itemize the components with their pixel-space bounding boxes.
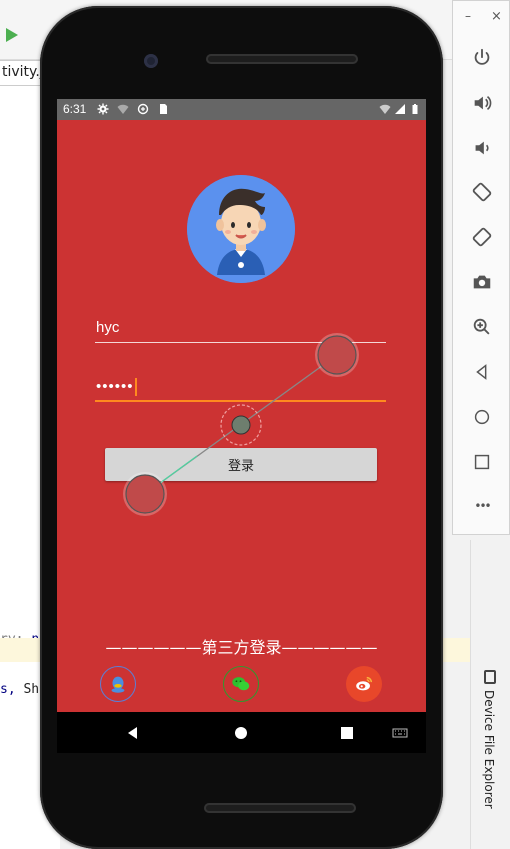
touch-center-ring — [220, 404, 262, 446]
qq-icon — [111, 676, 125, 693]
back-icon — [476, 364, 487, 380]
username-input[interactable]: hyc — [95, 317, 386, 343]
more-icon: ••• — [474, 499, 491, 513]
status-bar: 6:31 — [57, 99, 426, 120]
login-button[interactable]: 登录 — [105, 448, 377, 481]
nav-overview-button[interactable] — [338, 724, 356, 742]
back-icon — [128, 727, 137, 739]
rotate-left-button[interactable] — [467, 177, 497, 207]
bottom-speaker — [204, 803, 356, 813]
phone-screen: 6:31 hyc •••••• 登录 ——————第三方登录—————— — [57, 99, 426, 753]
sd-card-icon — [157, 103, 169, 115]
password-input[interactable]: •••••• — [95, 376, 386, 402]
wechat-login-button[interactable] — [223, 666, 259, 702]
rotate-right-icon — [472, 227, 492, 247]
top-speaker — [206, 54, 358, 64]
text-cursor — [134, 378, 137, 397]
avatar-illustration — [187, 175, 295, 283]
rotate-left-icon — [472, 182, 492, 202]
home-icon — [474, 409, 490, 425]
screenshot-button[interactable] — [467, 267, 497, 297]
volume-down-icon — [475, 141, 489, 155]
wifi-off-icon — [117, 103, 129, 115]
qq-login-button[interactable] — [100, 666, 136, 702]
emulator-controls-panel: – × ••• — [452, 0, 510, 535]
rotate-right-button[interactable] — [467, 222, 497, 252]
device-file-explorer-tab[interactable]: Device File Explorer — [482, 690, 496, 809]
power-icon — [474, 48, 490, 65]
settings-icon — [97, 103, 109, 115]
keyboard-icon — [392, 728, 408, 738]
zoom-button[interactable] — [467, 312, 497, 342]
nav-keyboard-button[interactable] — [391, 724, 409, 742]
password-value: •••••• — [96, 378, 134, 395]
close-button[interactable]: × — [491, 9, 502, 24]
signal-icon — [394, 103, 406, 115]
camera-icon — [473, 275, 491, 289]
minimize-button[interactable]: – — [465, 9, 471, 23]
volume-down-button[interactable] — [467, 133, 497, 163]
avatar[interactable] — [187, 175, 295, 283]
weibo-login-button[interactable] — [346, 666, 382, 702]
zoom-in-icon — [473, 318, 490, 335]
run-icon[interactable] — [6, 28, 18, 42]
home-icon — [235, 727, 247, 739]
front-camera — [144, 54, 158, 68]
wifi-icon — [379, 103, 391, 115]
volume-up-button[interactable] — [467, 88, 497, 118]
nav-home-button[interactable] — [232, 724, 250, 742]
third-party-login-title: ——————第三方登录—————— — [105, 638, 378, 657]
power-button[interactable] — [467, 43, 497, 73]
overview-icon — [474, 454, 490, 470]
navigation-bar — [57, 712, 426, 753]
wechat-icon — [232, 677, 250, 691]
sync-icon — [137, 103, 149, 115]
panel-header: – × — [453, 9, 510, 29]
touch-center — [231, 415, 251, 435]
device-file-explorer-icon[interactable] — [484, 670, 496, 684]
username-value: hyc — [96, 319, 120, 336]
code-token: s, — [0, 682, 16, 697]
overview-button[interactable] — [467, 447, 497, 477]
weibo-icon — [356, 676, 373, 691]
more-button[interactable]: ••• — [467, 491, 497, 521]
nav-back-button[interactable] — [124, 724, 142, 742]
volume-up-icon — [474, 95, 492, 111]
status-time: 6:31 — [63, 102, 87, 116]
overview-icon — [341, 727, 353, 739]
battery-icon — [409, 103, 421, 115]
back-button[interactable] — [467, 357, 497, 387]
login-screen: hyc •••••• 登录 ——————第三方登录—————— — [57, 120, 426, 712]
desktop: tivity.j ry: nu s, Sha Device File Explo… — [0, 0, 510, 849]
home-button[interactable] — [467, 402, 497, 432]
